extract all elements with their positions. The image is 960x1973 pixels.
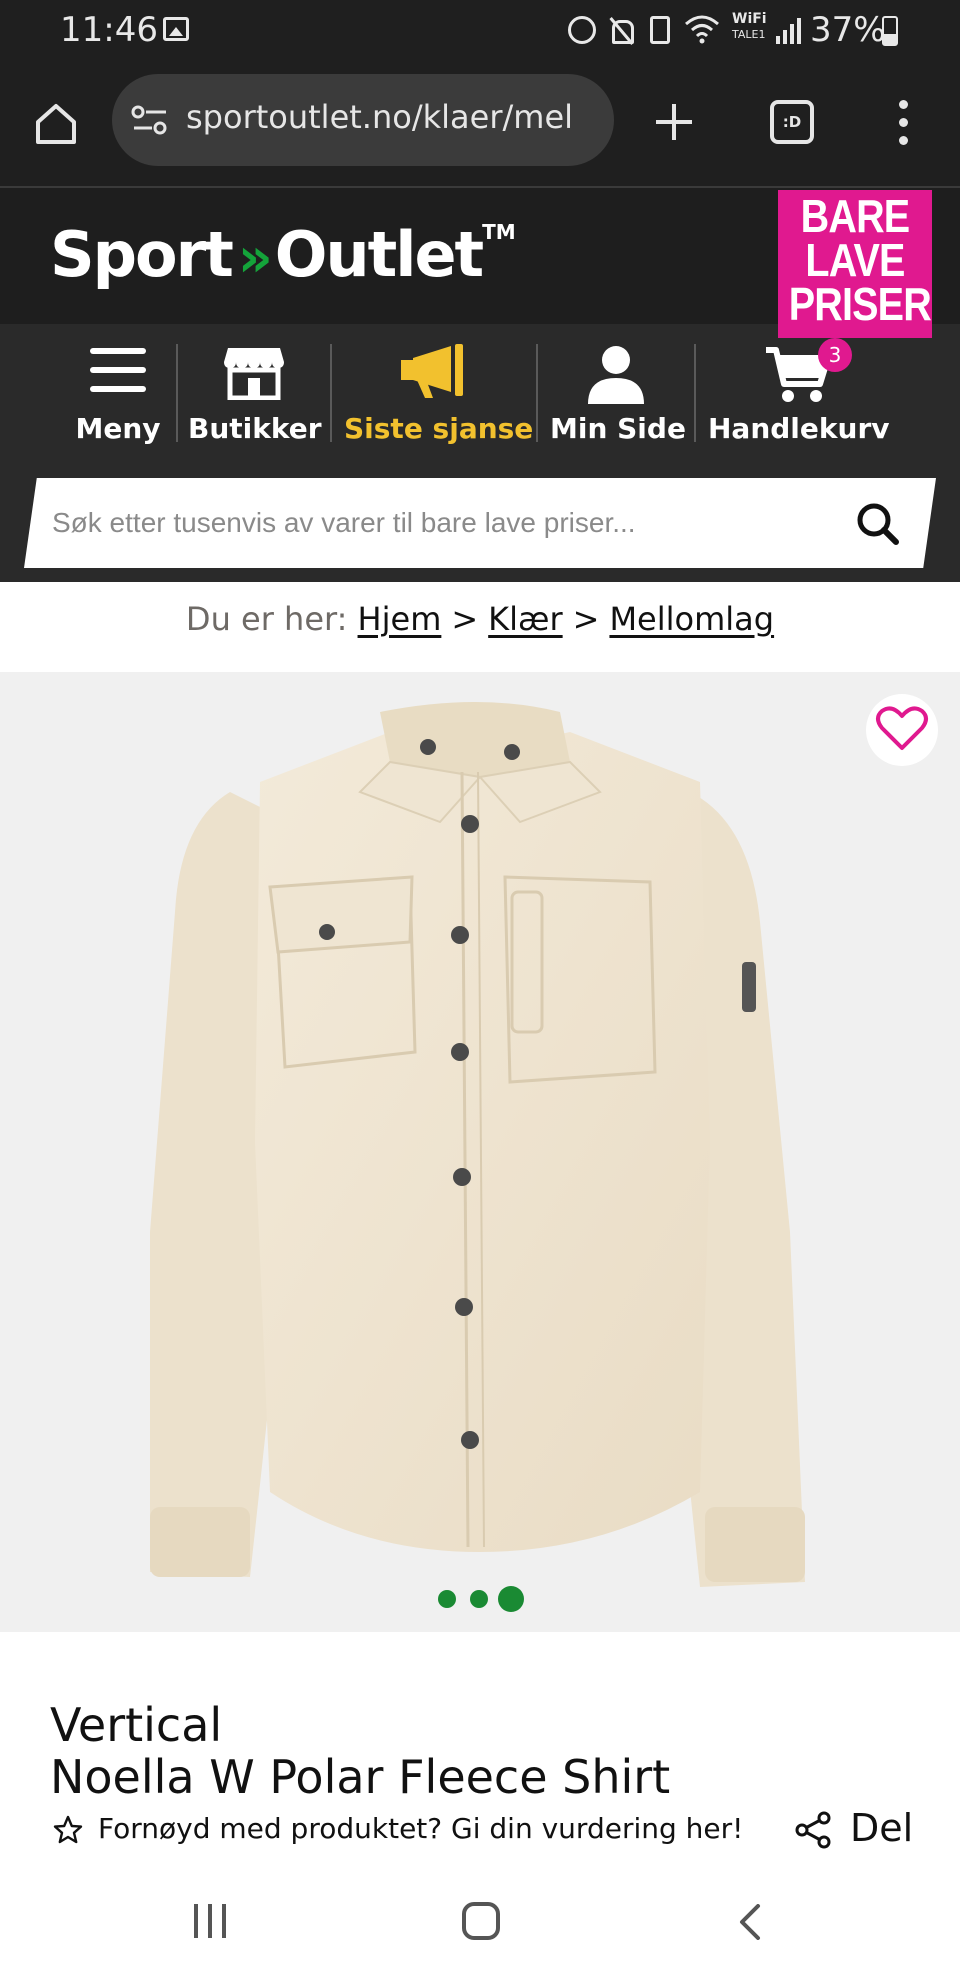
- promo-line-1: BARE: [800, 190, 911, 242]
- alarm-icon: [568, 16, 596, 44]
- nav-label-siste-sjanse: Siste sjanse: [344, 412, 534, 445]
- cart-count-badge: 3: [818, 338, 852, 372]
- nav-label-butikker: Butikker: [188, 412, 322, 445]
- carousel-dots: [430, 1584, 530, 1614]
- product-image[interactable]: [0, 672, 960, 1632]
- nav-divider: [536, 344, 538, 442]
- nav-label-meny: Meny: [75, 412, 161, 445]
- wishlist-button[interactable]: [866, 694, 938, 766]
- search-box: [24, 478, 936, 568]
- promo-badge[interactable]: BARE LAVE PRISER: [778, 190, 932, 338]
- breadcrumb-prefix: Du er her:: [185, 600, 348, 638]
- carousel-dot[interactable]: [470, 1590, 488, 1608]
- product-brand[interactable]: Vertical: [50, 1698, 222, 1752]
- hamburger-icon: [90, 348, 146, 392]
- megaphone-icon: [401, 344, 463, 398]
- nav-divider: [176, 344, 178, 442]
- share-button[interactable]: Del: [794, 1802, 924, 1858]
- battery-icon: [882, 16, 898, 46]
- wifi-sub-label: TALE1: [732, 28, 766, 41]
- site-info-icon[interactable]: [130, 102, 170, 138]
- carousel-dot[interactable]: [438, 1590, 456, 1608]
- recent-apps-icon[interactable]: [192, 1904, 232, 1938]
- nav-item-handlekurv[interactable]: Handlekurv: [708, 324, 890, 464]
- browser-toolbar: sportoutlet.no/klaer/mel :D: [0, 62, 960, 188]
- search-icon[interactable]: [856, 502, 900, 546]
- breadcrumb-link-mellomlag[interactable]: Mellomlag: [609, 600, 774, 638]
- main-nav: Meny Butikker Siste sjanse Min Side Hand…: [0, 324, 960, 464]
- share-icon: [795, 1811, 831, 1849]
- carousel-dot-active[interactable]: [498, 1586, 524, 1612]
- battery-percentage: 37%: [810, 10, 886, 50]
- nav-item-butikker[interactable]: Butikker: [188, 324, 322, 464]
- nav-item-siste-sjanse[interactable]: Siste sjanse: [344, 324, 534, 464]
- data-saver-icon: [650, 16, 670, 44]
- mute-icon: [608, 16, 634, 44]
- product-info: Vertical Noella W Polar Fleece Shirt For…: [0, 1632, 960, 1872]
- breadcrumb-link-hjem[interactable]: Hjem: [358, 600, 442, 638]
- fleece-shirt-illustration: [150, 702, 805, 1587]
- wifi-label: WiFi TALE1: [732, 12, 767, 42]
- nav-label-min-side: Min Side: [550, 412, 686, 445]
- status-icons: WiFi TALE1 37%: [566, 10, 906, 52]
- star-icon: [53, 1815, 83, 1844]
- product-name: Noella W Polar Fleece Shirt: [50, 1750, 671, 1804]
- nav-label-handlekurv: Handlekurv: [708, 412, 890, 445]
- rating-prompt-text: Fornøyd med produktet? Gi din vurdering …: [98, 1812, 744, 1845]
- url-text[interactable]: sportoutlet.no/klaer/mel: [186, 98, 596, 136]
- nav-divider: [694, 344, 696, 442]
- gallery-notification-icon: [163, 17, 189, 41]
- signal-icon: [774, 16, 804, 44]
- more-options-icon[interactable]: [892, 98, 916, 148]
- status-bar: 11:46 WiFi TALE1 37%: [0, 0, 960, 62]
- wifi-label-text: WiFi: [732, 11, 767, 27]
- breadcrumb-link-klaer[interactable]: Klær: [488, 600, 562, 638]
- user-icon: [588, 346, 644, 404]
- system-home-icon[interactable]: [462, 1902, 500, 1940]
- home-icon[interactable]: [32, 100, 80, 148]
- logo-text-sport: Sport: [50, 218, 234, 291]
- breadcrumb-separator: >: [572, 600, 600, 638]
- promo-line-3: PRISER: [788, 278, 932, 330]
- search-input[interactable]: [52, 478, 832, 568]
- tab-switcher-icon[interactable]: :D: [770, 100, 814, 144]
- promo-line-2: LAVE: [805, 234, 905, 286]
- heart-icon: [876, 706, 928, 750]
- logo-chevrons: »: [237, 226, 273, 289]
- nav-item-meny[interactable]: Meny: [64, 324, 172, 464]
- wifi-icon: [685, 15, 719, 44]
- logo-text-outlet: Outlet: [274, 218, 484, 291]
- back-icon[interactable]: [736, 1904, 764, 1940]
- breadcrumb-separator: >: [451, 600, 479, 638]
- nav-divider: [330, 344, 332, 442]
- status-time: 11:46: [60, 10, 158, 50]
- new-tab-icon[interactable]: [652, 100, 696, 144]
- search-section: [0, 464, 960, 582]
- sport-outlet-logo[interactable]: Sport» OutletTM: [50, 218, 516, 291]
- logo-trademark: TM: [482, 220, 516, 244]
- system-navigation-bar: [0, 1872, 960, 1973]
- store-icon: [224, 348, 284, 400]
- share-label: Del: [850, 1806, 914, 1850]
- nav-item-min-side[interactable]: Min Side: [550, 324, 686, 464]
- breadcrumb: Du er her: Hjem > Klær > Mellomlag: [0, 582, 960, 672]
